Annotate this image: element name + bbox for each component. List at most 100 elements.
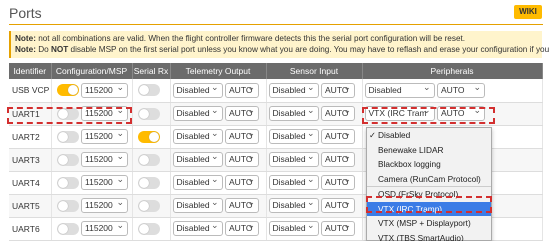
table-header-row: Identifier Configuration/MSP Serial Rx Tele… — [9, 63, 543, 79]
peripherals-rate-select[interactable]: AUTO — [437, 82, 486, 98]
peripherals-cell: Disabled AUTO — [362, 79, 543, 103]
msp-baud-select[interactable]: 115200 — [81, 175, 129, 190]
telemetry-rate-select[interactable]: AUTO — [225, 152, 260, 167]
telemetry-select[interactable]: Disabled — [172, 152, 223, 167]
telemetry-select[interactable]: Disabled — [172, 106, 223, 121]
msp-toggle[interactable] — [56, 84, 79, 97]
dropdown-option[interactable]: Benewake LIDAR — [367, 143, 491, 158]
dropdown-option[interactable]: Blackbox logging — [367, 157, 491, 172]
msp-cell: 115200 — [51, 148, 133, 172]
serial-rx-toggle[interactable] — [137, 222, 160, 235]
serial-rx-toggle[interactable] — [137, 130, 160, 143]
sensor-cell: Disabled AUTO — [266, 217, 363, 241]
msp-cell: 115200 — [51, 217, 133, 241]
telemetry-rate-select[interactable]: AUTO — [225, 129, 260, 144]
sensor-cell: Disabled AUTO — [266, 79, 363, 103]
note-text: disable MSP on the first serial port unl… — [68, 45, 550, 54]
serial-rx-toggle[interactable] — [137, 176, 160, 189]
msp-cell: 115200 — [51, 171, 133, 195]
serial-rx-toggle[interactable] — [137, 199, 160, 212]
msp-baud-select[interactable]: 115200 — [81, 198, 129, 213]
column-header: Serial Rx — [132, 63, 171, 79]
note-line-2: Note: Do NOT disable MSP on the first se… — [15, 44, 550, 55]
msp-toggle[interactable] — [56, 130, 79, 143]
peripherals-dropdown-menu[interactable]: DisabledBenewake LIDARBlackbox loggingCa… — [366, 127, 492, 241]
telemetry-select[interactable]: Disabled — [172, 175, 223, 190]
sensor-select[interactable]: Disabled — [268, 198, 319, 213]
note-text: not all combinations are valid. When the… — [35, 34, 466, 43]
serial-rx-toggle[interactable] — [137, 84, 160, 97]
msp-toggle[interactable] — [56, 176, 79, 189]
port-row: USB VCP 115200Disabled AUTODisabled AUTO… — [9, 79, 543, 103]
sensor-rate-select[interactable]: AUTO — [321, 198, 356, 213]
sensor-rate-select[interactable]: AUTO — [321, 152, 356, 167]
dropdown-option[interactable]: OSD (FrSky Protocol) — [367, 187, 491, 202]
peripherals-select[interactable]: Disabled — [364, 82, 435, 98]
telemetry-cell: Disabled AUTO — [170, 125, 267, 149]
sensor-rate-select[interactable]: AUTO — [321, 129, 356, 144]
sensor-select[interactable]: Disabled — [268, 175, 319, 190]
serial-rx-toggle[interactable] — [137, 153, 160, 166]
dropdown-option[interactable]: Camera (RunCam Protocol) — [367, 172, 491, 187]
serial-rx-toggle[interactable] — [137, 107, 160, 120]
note-text: Do — [35, 45, 51, 54]
peripherals-rate-select[interactable]: AUTO — [437, 106, 486, 121]
sensor-select[interactable]: Disabled — [268, 82, 319, 98]
msp-baud-select[interactable]: 115200 — [81, 129, 129, 144]
sensor-cell: Disabled AUTO — [266, 148, 363, 172]
note-label: Note: — [15, 45, 36, 54]
telemetry-rate-select[interactable]: AUTO — [225, 198, 260, 213]
msp-toggle[interactable] — [56, 222, 79, 235]
msp-baud-select[interactable]: 115200 — [81, 82, 129, 98]
note-label: Note: — [15, 34, 36, 43]
msp-toggle[interactable] — [56, 153, 79, 166]
telemetry-select[interactable]: Disabled — [172, 129, 223, 144]
dropdown-option[interactable]: VTX (IRC Tramp) — [367, 201, 491, 216]
header-divider — [9, 24, 543, 25]
telemetry-rate-select[interactable]: AUTO — [225, 82, 260, 98]
port-identifier: UART5 — [9, 194, 52, 218]
sensor-rate-select[interactable]: AUTO — [321, 106, 356, 121]
msp-baud-select[interactable]: 115200 — [81, 152, 129, 167]
sensor-select[interactable]: Disabled — [268, 129, 319, 144]
telemetry-cell: Disabled AUTO — [170, 79, 267, 103]
telemetry-select[interactable]: Disabled — [172, 221, 223, 236]
dropdown-option[interactable]: Disabled — [367, 128, 491, 143]
sensor-rate-select[interactable]: AUTO — [321, 175, 356, 190]
dropdown-option[interactable]: VTX (TBS SmartAudio) — [367, 231, 491, 241]
telemetry-select[interactable]: Disabled — [172, 198, 223, 213]
msp-baud-select[interactable]: 115200 — [81, 221, 129, 236]
serial-rx-cell — [132, 148, 171, 172]
telemetry-rate-select[interactable]: AUTO — [225, 175, 260, 190]
msp-baud-select[interactable]: 115200 — [81, 106, 129, 121]
telemetry-rate-select[interactable]: AUTO — [225, 221, 260, 236]
telemetry-rate-select[interactable]: AUTO — [225, 106, 260, 121]
msp-toggle[interactable] — [56, 199, 79, 212]
sensor-select[interactable]: Disabled — [268, 106, 319, 121]
sensor-cell: Disabled AUTO — [266, 125, 363, 149]
column-header: Peripherals — [362, 63, 543, 79]
sensor-select[interactable]: Disabled — [268, 152, 319, 167]
serial-rx-cell — [132, 102, 171, 126]
page-header: Ports WIKI — [0, 0, 550, 27]
sensor-rate-select[interactable]: AUTO — [321, 221, 356, 236]
serial-rx-cell — [132, 171, 171, 195]
port-identifier: UART3 — [9, 148, 52, 172]
peripherals-select[interactable]: VTX (IRC Tram — [364, 106, 435, 121]
sensor-rate-select[interactable]: AUTO — [321, 82, 356, 98]
port-identifier: USB VCP — [9, 79, 52, 103]
msp-cell: 115200 — [51, 125, 133, 149]
dropdown-option[interactable]: VTX (MSP + Displayport) — [367, 216, 491, 231]
sensor-select[interactable]: Disabled — [268, 221, 319, 236]
column-header: Identifier — [9, 63, 52, 79]
wiki-button[interactable]: WIKI — [514, 5, 542, 19]
note-line-1: Note: not all combinations are valid. Wh… — [15, 33, 538, 44]
telemetry-cell: Disabled AUTO — [170, 217, 267, 241]
telemetry-cell: Disabled AUTO — [170, 194, 267, 218]
telemetry-select[interactable]: Disabled — [172, 82, 223, 98]
telemetry-cell: Disabled AUTO — [170, 102, 267, 126]
column-header: Configuration/MSP — [51, 63, 133, 79]
msp-cell: 115200 — [51, 194, 133, 218]
msp-toggle[interactable] — [56, 107, 79, 120]
msp-cell: 115200 — [51, 102, 133, 126]
